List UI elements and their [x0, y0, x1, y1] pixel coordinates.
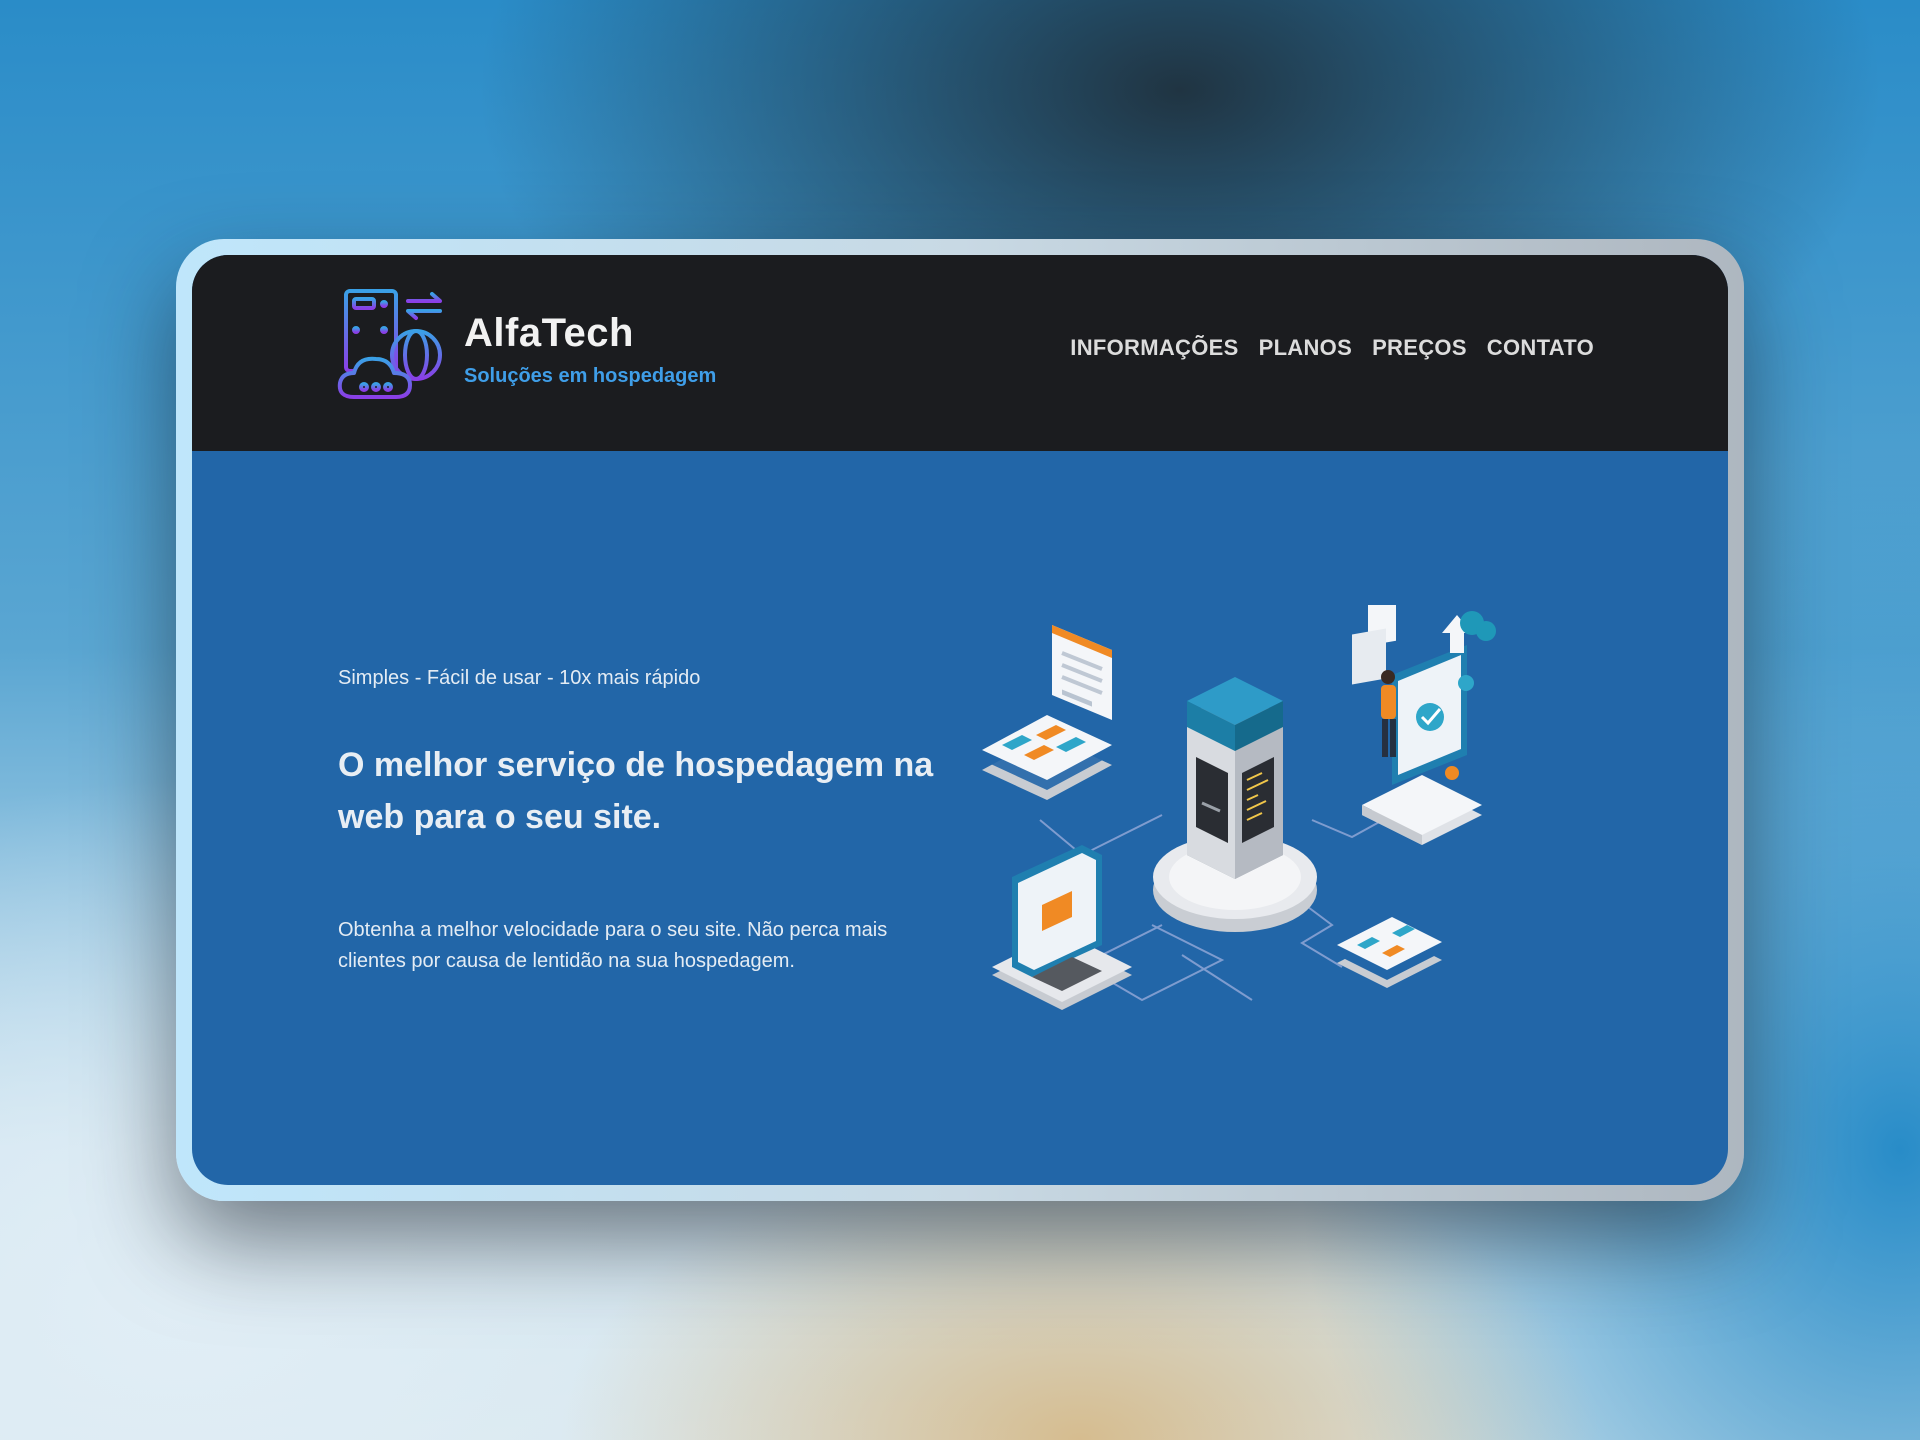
chart-card-icon [1052, 625, 1112, 720]
main-nav: INFORMAÇÕES PLANOS PREÇOS CONTATO [1070, 335, 1594, 361]
hero-description: Obtenha a melhor velocidade para o seu s… [338, 919, 888, 972]
nav-item-planos[interactable]: PLANOS [1259, 335, 1352, 361]
site-header: AlfaTech Soluções em hospedagem INFORMAÇ… [192, 255, 1728, 451]
website-cards-icon [982, 715, 1112, 800]
browser-frame: AlfaTech Soluções em hospedagem INFORMAÇ… [176, 239, 1744, 1201]
website-viewport: AlfaTech Soluções em hospedagem INFORMAÇ… [192, 255, 1728, 1185]
nav-item-contato[interactable]: CONTATO [1487, 335, 1594, 361]
server-cloud-globe-icon[interactable] [336, 287, 450, 403]
isometric-server-network-illustration [982, 605, 1496, 1010]
website-card-small-icon [1337, 917, 1442, 988]
brand-tagline: Soluções em hospedagem [464, 365, 717, 387]
nav-item-informacoes[interactable]: INFORMAÇÕES [1070, 335, 1238, 361]
person-dashboard-icon [1352, 605, 1496, 845]
hero-subtitle: Simples - Fácil de usar - 10x mais rápid… [338, 667, 701, 689]
hero-title: O melhor serviço de hospedagem na web pa… [338, 746, 934, 836]
brand-name[interactable]: AlfaTech [464, 311, 634, 356]
server-tower-icon [1153, 677, 1317, 932]
laptop-icon [992, 845, 1132, 1010]
nav-item-precos[interactable]: PREÇOS [1372, 335, 1467, 361]
